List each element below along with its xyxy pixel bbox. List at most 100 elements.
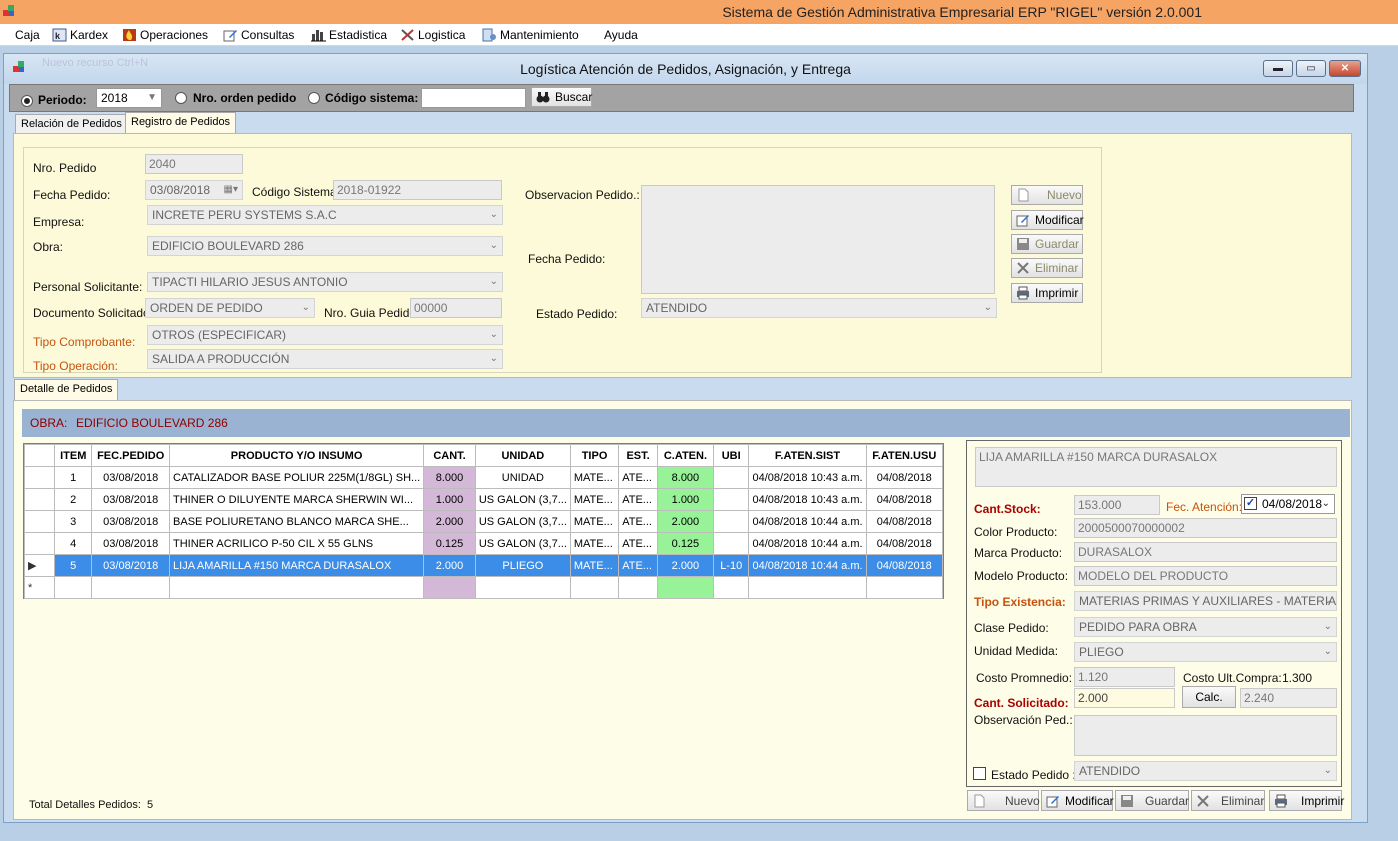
tab-detalle-pedidos[interactable]: Detalle de Pedidos (14, 379, 119, 402)
cell-empty[interactable] (618, 576, 658, 599)
estado-pedido-detail-select[interactable]: ATENDIDO ⌄ (1074, 761, 1337, 781)
fec-atencion-checkbox[interactable]: ✓ (1244, 497, 1257, 510)
nro-pedido-field[interactable]: 2040 (145, 154, 243, 174)
detalle-guardar-button[interactable]: Guardar (1115, 790, 1189, 811)
detalle-eliminar-button[interactable]: Eliminar (1191, 790, 1265, 811)
detalle-nuevo-button[interactable]: Nuevo (967, 790, 1040, 811)
col-header-fec-pedido[interactable]: FEC.PEDIDO (91, 444, 171, 467)
eliminar-button[interactable]: Eliminar (1011, 258, 1083, 278)
table-row[interactable]: 1 03/08/2018 CATALIZADOR BASE POLIUR 225… (23, 466, 944, 489)
tab-registro-pedidos[interactable]: Registro de Pedidos (125, 112, 237, 135)
guia-field[interactable]: 00000 (410, 298, 502, 318)
marca-producto-field[interactable]: DURASALOX (1074, 542, 1337, 562)
menu-ayuda[interactable]: Ayuda (604, 27, 638, 43)
cell-c-aten[interactable]: 2.000 (656, 510, 714, 533)
modificar-button[interactable]: Modificar (1011, 210, 1084, 230)
tab-relacion-pedidos[interactable]: Relación de Pedidos (15, 114, 128, 135)
documento-select[interactable]: ORDEN DE PEDIDO ⌄ (145, 298, 315, 318)
cell-empty[interactable] (54, 576, 93, 599)
cell-empty[interactable] (712, 576, 750, 599)
cell-empty[interactable] (423, 576, 476, 599)
menu-estadistica[interactable]: Estadistica (311, 27, 387, 43)
codigo-sistema-field[interactable]: 2018-01922 (333, 180, 502, 200)
modelo-producto-field[interactable]: MODELO DEL PRODUCTO (1074, 566, 1337, 586)
detalle-imprimir-button[interactable]: Imprimir (1269, 790, 1344, 811)
col-header-cant[interactable]: CANT. (423, 444, 476, 467)
cell-empty[interactable] (748, 576, 867, 599)
obra-select[interactable]: EDIFICIO BOULEVARD 286 ⌄ (147, 236, 503, 256)
cell-cant[interactable]: 2.000 (423, 554, 476, 577)
guardar-button[interactable]: Guardar (1011, 234, 1083, 254)
operacion-select[interactable]: SALIDA A PRODUCCIÓN ⌄ (147, 349, 503, 369)
cell-empty[interactable] (474, 576, 571, 599)
table-row[interactable]: 2 03/08/2018 THINER O DILUYENTE MARCA SH… (23, 488, 944, 511)
imprimir-button[interactable]: Imprimir (1011, 283, 1083, 303)
producto-descripcion-field[interactable]: LIJA AMARILLA #150 MARCA DURASALOX (975, 447, 1337, 487)
codigo-radio[interactable] (308, 92, 320, 104)
empresa-select[interactable]: INCRETE PERU SYSTEMS S.A.C ⌄ (147, 205, 503, 225)
col-header-ubi[interactable]: UBI (712, 444, 750, 467)
codigo-sistema-input[interactable] (421, 88, 526, 108)
cell-empty[interactable] (91, 576, 171, 599)
observacion-pedido-textarea[interactable] (641, 185, 995, 294)
cell-c-aten[interactable]: 0.125 (656, 532, 714, 555)
col-header-item[interactable]: ITEM (54, 444, 93, 467)
nuevo-button[interactable]: Nuevo (1011, 185, 1083, 205)
current-row-indicator[interactable]: ▶ (23, 554, 56, 577)
table-row[interactable]: 3 03/08/2018 BASE POLIURETANO BLANCO MAR… (23, 510, 944, 533)
table-row[interactable]: 4 03/08/2018 THINER ACRILICO P-50 CIL X … (23, 532, 944, 555)
menu-logistica[interactable]: Logistica (400, 27, 465, 43)
costo-promedio-field[interactable]: 1.120 (1074, 667, 1175, 687)
col-header-unidad[interactable]: UNIDAD (474, 444, 571, 467)
row-header[interactable] (23, 466, 56, 489)
row-header[interactable] (23, 488, 56, 511)
comprobante-select[interactable]: OTROS (ESPECIFICAR) ⌄ (147, 325, 503, 345)
cell-cant[interactable]: 8.000 (423, 466, 476, 489)
buscar-button[interactable]: Buscar (531, 87, 592, 107)
tipo-existencia-select[interactable]: MATERIAS PRIMAS Y AUXILIARES - MATERIAL ⌄ (1074, 591, 1337, 611)
col-header-tipo[interactable]: TIPO (569, 444, 620, 467)
personal-select[interactable]: TIPACTI HILARIO JESUS ANTONIO ⌄ (147, 272, 503, 292)
clase-pedido-select[interactable]: PEDIDO PARA OBRA ⌄ (1074, 617, 1337, 637)
new-row-indicator[interactable]: * (23, 576, 56, 599)
observacion-ped-textarea[interactable] (1074, 715, 1337, 756)
close-button[interactable]: ✕ (1329, 60, 1361, 77)
estado-pedido-checkbox[interactable] (973, 767, 986, 780)
cell-c-aten[interactable]: 2.000 (656, 554, 714, 577)
col-header-est[interactable]: EST. (618, 444, 658, 467)
table-row-selected[interactable]: ▶ 5 03/08/2018 LIJA AMARILLA #150 MARCA … (23, 554, 944, 577)
cell-empty[interactable] (169, 576, 425, 599)
col-header-f-aten-sist[interactable]: F.ATEN.SIST (748, 444, 867, 467)
unidad-medida-select[interactable]: PLIEGO ⌄ (1074, 642, 1337, 662)
cell-c-aten[interactable]: 1.000 (656, 488, 714, 511)
orden-radio[interactable] (175, 92, 187, 104)
cell-cant[interactable]: 1.000 (423, 488, 476, 511)
cell-empty[interactable] (865, 576, 944, 599)
fecha-pedido-datepicker[interactable]: 03/08/2018 ▦▾ (145, 180, 243, 200)
periodo-radio[interactable] (21, 95, 33, 107)
cell-empty[interactable] (569, 576, 620, 599)
periodo-select[interactable]: 2018 ▼ (96, 88, 162, 108)
cell-c-aten[interactable]: 8.000 (656, 466, 714, 489)
cant-solicitado-input[interactable]: 2.000 (1074, 688, 1175, 708)
minimize-button[interactable]: ▬ (1263, 60, 1293, 77)
cell-cant[interactable]: 2.000 (423, 510, 476, 533)
calc-button[interactable]: Calc. (1182, 686, 1236, 708)
menu-kardex[interactable]: k Kardex (52, 27, 108, 43)
menu-mantenimiento[interactable]: Mantenimiento (482, 27, 579, 43)
estado-pedido-select[interactable]: ATENDIDO ⌄ (641, 298, 997, 318)
color-producto-field[interactable]: 2000500070000002 (1074, 518, 1337, 538)
menu-caja[interactable]: Caja (15, 27, 40, 43)
col-header-f-aten-usu[interactable]: F.ATEN.USU (865, 444, 944, 467)
row-header[interactable] (23, 532, 56, 555)
cell-cant[interactable]: 0.125 (423, 532, 476, 555)
row-header[interactable] (23, 510, 56, 533)
cant-stock-field[interactable]: 153.000 (1074, 495, 1160, 515)
table-new-row[interactable]: * (23, 576, 944, 599)
menu-consultas[interactable]: Consultas (223, 27, 294, 43)
cell-empty[interactable] (656, 576, 714, 599)
menu-operaciones[interactable]: Operaciones (122, 27, 208, 43)
calc-result-field[interactable]: 2.240 (1240, 688, 1337, 708)
detalle-modificar-button[interactable]: Modificar (1041, 790, 1114, 811)
maximize-button[interactable]: ▭ (1296, 60, 1326, 77)
